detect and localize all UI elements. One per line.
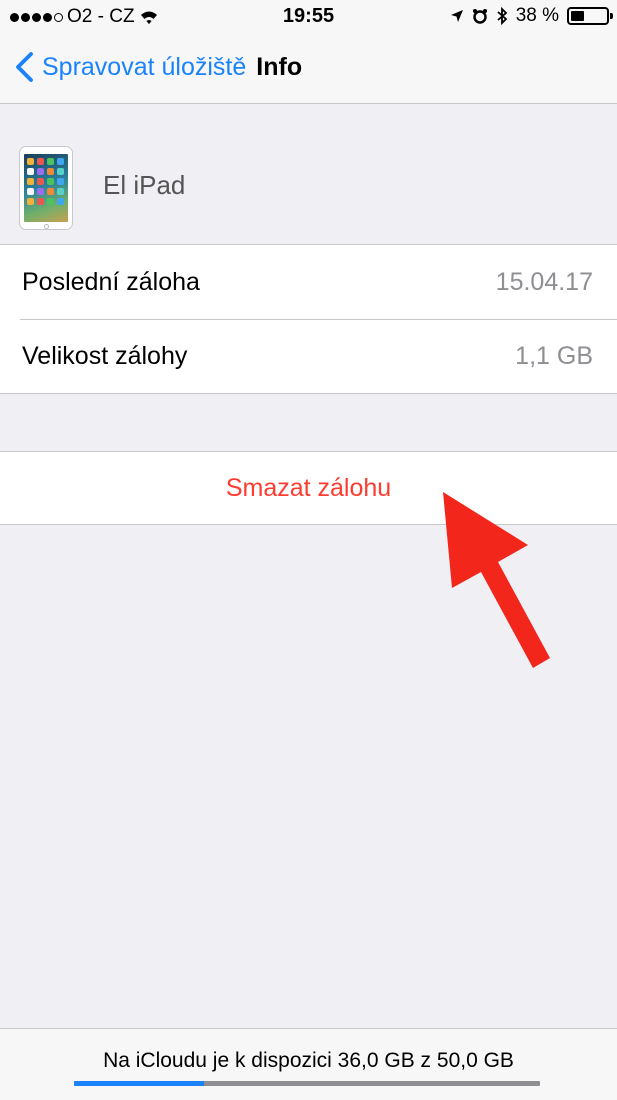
storage-summary: Na iCloudu je k dispozici 36,0 GB z 50,0…: [103, 1049, 514, 1072]
bluetooth-icon: [497, 7, 508, 25]
chevron-left-icon: [16, 52, 33, 82]
backup-size-label: Velikost zálohy: [22, 342, 188, 370]
alarm-icon: [472, 9, 487, 24]
page-title: Info: [256, 52, 303, 81]
backup-size-value: 1,1 GB: [515, 342, 593, 370]
backup-size-row: Velikost zálohy 1,1 GB: [0, 319, 617, 393]
storage-usage-fill: [74, 1081, 205, 1086]
device-header: El iPad: [0, 104, 617, 244]
device-name: El iPad: [103, 170, 186, 200]
last-backup-row: Poslední záloha 15.04.17: [0, 245, 617, 319]
battery-percent: 38 %: [515, 5, 559, 26]
battery-icon: [567, 7, 613, 25]
status-right: 38 %: [450, 5, 613, 27]
status-bar: O2 - CZ 19:55 38 %: [0, 0, 617, 36]
storage-usage-bar: [74, 1081, 540, 1086]
backup-info-table: Poslední záloha 15.04.17 Velikost zálohy…: [0, 244, 617, 394]
ipad-icon: [19, 146, 73, 230]
back-button-label: Spravovat úložiště: [42, 52, 247, 81]
back-button[interactable]: Spravovat úložiště Info: [10, 50, 302, 84]
last-backup-value: 15.04.17: [495, 268, 593, 296]
last-backup-label: Poslední záloha: [22, 268, 200, 296]
navigation-bar: Spravovat úložiště Info: [0, 36, 617, 104]
delete-backup-label: Smazat zálohu: [225, 474, 392, 502]
storage-footer: Na iCloudu je k dispozici 36,0 GB z 50,0…: [0, 1028, 617, 1100]
red-arrow-annotation: [443, 492, 550, 668]
location-arrow-icon: [450, 10, 463, 22]
